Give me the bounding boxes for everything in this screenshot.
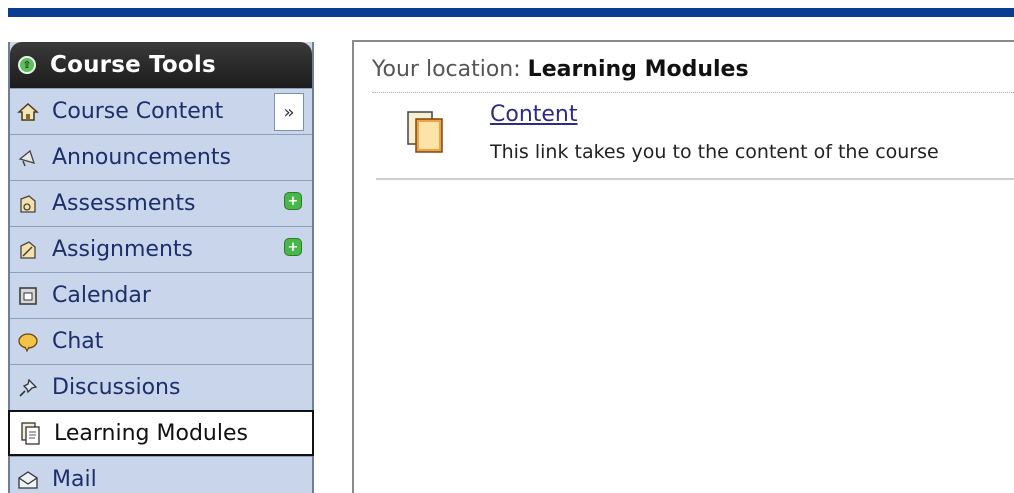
sidebar-item-assignments[interactable]: Assignments + <box>10 226 312 272</box>
sidebar-header[interactable]: ⇧ Course Tools <box>10 42 312 88</box>
assessment-icon <box>16 192 40 216</box>
add-icon[interactable]: + <box>284 192 302 210</box>
learning-modules-icon <box>18 421 42 445</box>
sidebar-item-label: Chat <box>52 329 104 354</box>
sidebar-item-calendar[interactable]: Calendar <box>10 272 312 318</box>
chevron-down-icon[interactable]: » <box>274 93 304 131</box>
sidebar-item-label: Announcements <box>52 145 231 170</box>
collapse-circle-icon[interactable]: ⇧ <box>18 56 36 74</box>
sidebar-item-course-content[interactable]: Course Content » <box>10 88 312 134</box>
sidebar-item-chat[interactable]: Chat <box>10 318 312 364</box>
course-tools-sidebar: ⇧ Course Tools Course Content » Announce… <box>8 42 314 493</box>
sidebar-item-label: Assignments <box>52 237 193 262</box>
sidebar-item-label: Learning Modules <box>54 420 248 446</box>
content-description: This link takes you to the content of th… <box>490 141 939 163</box>
sidebar-item-assessments[interactable]: Assessments + <box>10 180 312 226</box>
pushpin-icon <box>16 376 40 400</box>
sidebar-item-learning-modules[interactable]: Learning Modules <box>8 410 314 456</box>
sidebar-item-label: Calendar <box>52 283 151 308</box>
sidebar-item-label: Assessments <box>52 191 196 216</box>
home-icon <box>16 100 40 124</box>
sidebar-title: Course Tools <box>50 52 216 78</box>
sidebar-item-announcements[interactable]: Announcements <box>10 134 312 180</box>
add-icon[interactable]: + <box>284 238 302 256</box>
chat-icon <box>16 330 40 354</box>
sidebar-item-mail[interactable]: Mail <box>10 456 312 493</box>
breadcrumb: Your location: Learning Modules <box>372 57 749 82</box>
sidebar-item-label: Mail <box>52 467 97 492</box>
content-folder-icon[interactable] <box>406 110 446 154</box>
sidebar-item-label: Discussions <box>52 375 181 400</box>
location-current: Learning Modules <box>527 57 749 82</box>
calendar-icon <box>16 284 40 308</box>
top-banner-bar <box>8 8 1014 17</box>
content-link[interactable]: Content <box>490 102 578 127</box>
sidebar-item-label: Course Content <box>52 99 224 124</box>
location-prefix: Your location: <box>372 57 521 82</box>
main-content-panel: Your location: Learning Modules Content … <box>352 40 1014 493</box>
sidebar-item-discussions[interactable]: Discussions <box>10 364 312 410</box>
assignment-icon <box>16 238 40 262</box>
megaphone-icon <box>16 146 40 170</box>
divider <box>376 178 1014 180</box>
mail-icon <box>16 468 40 492</box>
divider <box>372 92 1014 93</box>
